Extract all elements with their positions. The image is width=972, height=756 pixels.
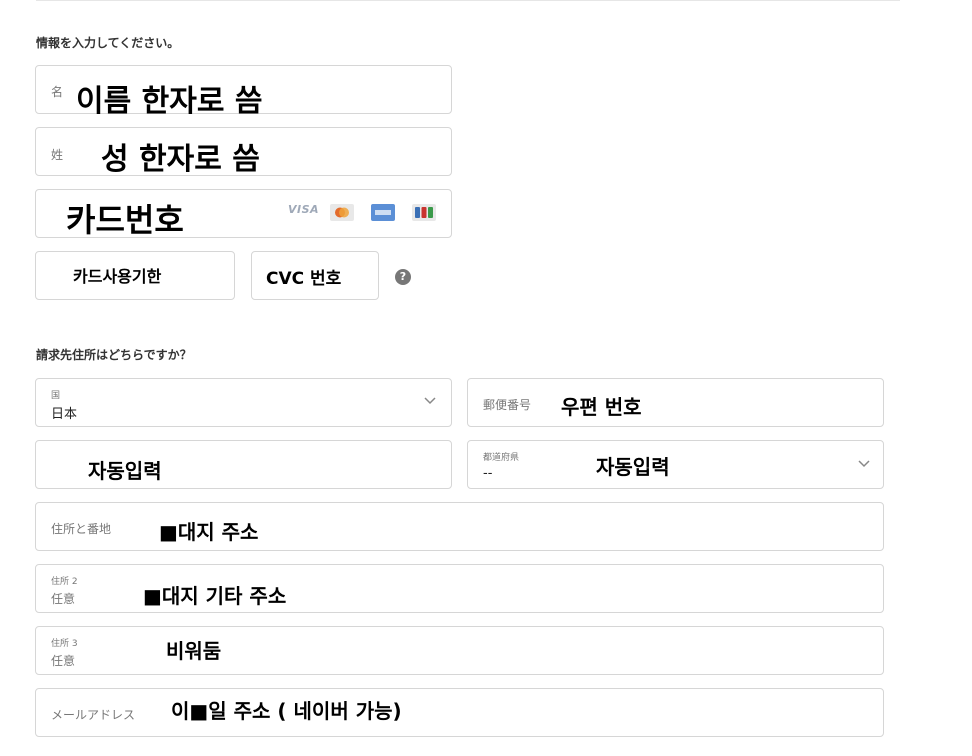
postal-code-field[interactable]: 郵便番号 우편 번호 <box>467 378 884 427</box>
prefecture-overlay: 자동입력 <box>596 455 670 479</box>
postal-code-label: 郵便番号 <box>483 398 532 412</box>
country-select[interactable]: 国 日本 <box>35 378 452 427</box>
mastercard-icon <box>330 204 354 221</box>
chevron-down-icon <box>424 394 436 408</box>
address-line1-label: 住所と番地 <box>51 522 112 536</box>
address-line3-optional: 任意 <box>51 654 76 668</box>
card-number-field[interactable]: 카드번호 VISA <box>35 189 452 239</box>
address-line1-field[interactable]: 住所と番地 ■대지 주소 <box>35 502 884 551</box>
expiry-field[interactable]: 카드사용기한 <box>35 251 235 300</box>
jcb-icon <box>412 204 436 221</box>
address-line1-overlay: ■대지 주소 <box>159 520 259 544</box>
chevron-down-icon <box>858 457 870 471</box>
address-line3-label: 住所 3 <box>51 639 78 649</box>
address-line2-field[interactable]: 住所 2 任意 ■대지 기타 주소 <box>35 564 884 613</box>
first-name-field[interactable]: 名 이름 한자로 씀 <box>35 65 452 119</box>
address-line2-overlay: ■대지 기타 주소 <box>143 584 287 608</box>
first-name-label: 名 <box>51 85 64 99</box>
email-label: メールアドレス <box>51 708 136 722</box>
card-section-heading: 情報を入力してください。 <box>36 36 180 50</box>
email-overlay: 이■일 주소 ( 네이버 가능) <box>171 699 402 723</box>
prefecture-select[interactable]: 都道府県 -- 자동입력 <box>467 440 884 489</box>
country-label: 国 <box>51 391 61 401</box>
last-name-overlay: 성 한자로 씀 <box>101 142 260 177</box>
prefecture-value: -- <box>483 466 493 481</box>
email-field[interactable]: メールアドレス 이■일 주소 ( 네이버 가능) <box>35 688 884 737</box>
address-line3-field[interactable]: 住所 3 任意 비워둠 <box>35 626 884 675</box>
visa-icon: VISA <box>288 203 320 216</box>
last-name-label: 姓 <box>51 148 64 162</box>
top-divider <box>36 0 900 1</box>
country-value: 日本 <box>51 407 78 422</box>
prefecture-label: 都道府県 <box>483 453 520 463</box>
address-line3-overlay: 비워둠 <box>166 639 222 663</box>
cvc-field[interactable]: CVC 번호 <box>251 251 379 300</box>
address-line2-label: 住所 2 <box>51 577 78 587</box>
cvc-help-icon[interactable]: ? <box>395 269 411 285</box>
address-line2-optional: 任意 <box>51 592 76 606</box>
first-name-overlay: 이름 한자로 씀 <box>76 84 263 119</box>
card-number-overlay: 카드번호 <box>66 201 184 239</box>
amex-icon <box>371 204 395 221</box>
address-section-heading: 請求先住所はどちらですか？ <box>36 348 192 362</box>
postal-code-overlay: 우편 번호 <box>561 395 642 419</box>
city-field[interactable]: 자동입력 <box>35 440 452 489</box>
expiry-overlay: 카드사용기한 <box>73 267 162 286</box>
cvc-overlay: CVC 번호 <box>266 269 342 289</box>
city-overlay: 자동입력 <box>88 459 162 483</box>
last-name-field[interactable]: 姓 성 한자로 씀 <box>35 127 452 177</box>
